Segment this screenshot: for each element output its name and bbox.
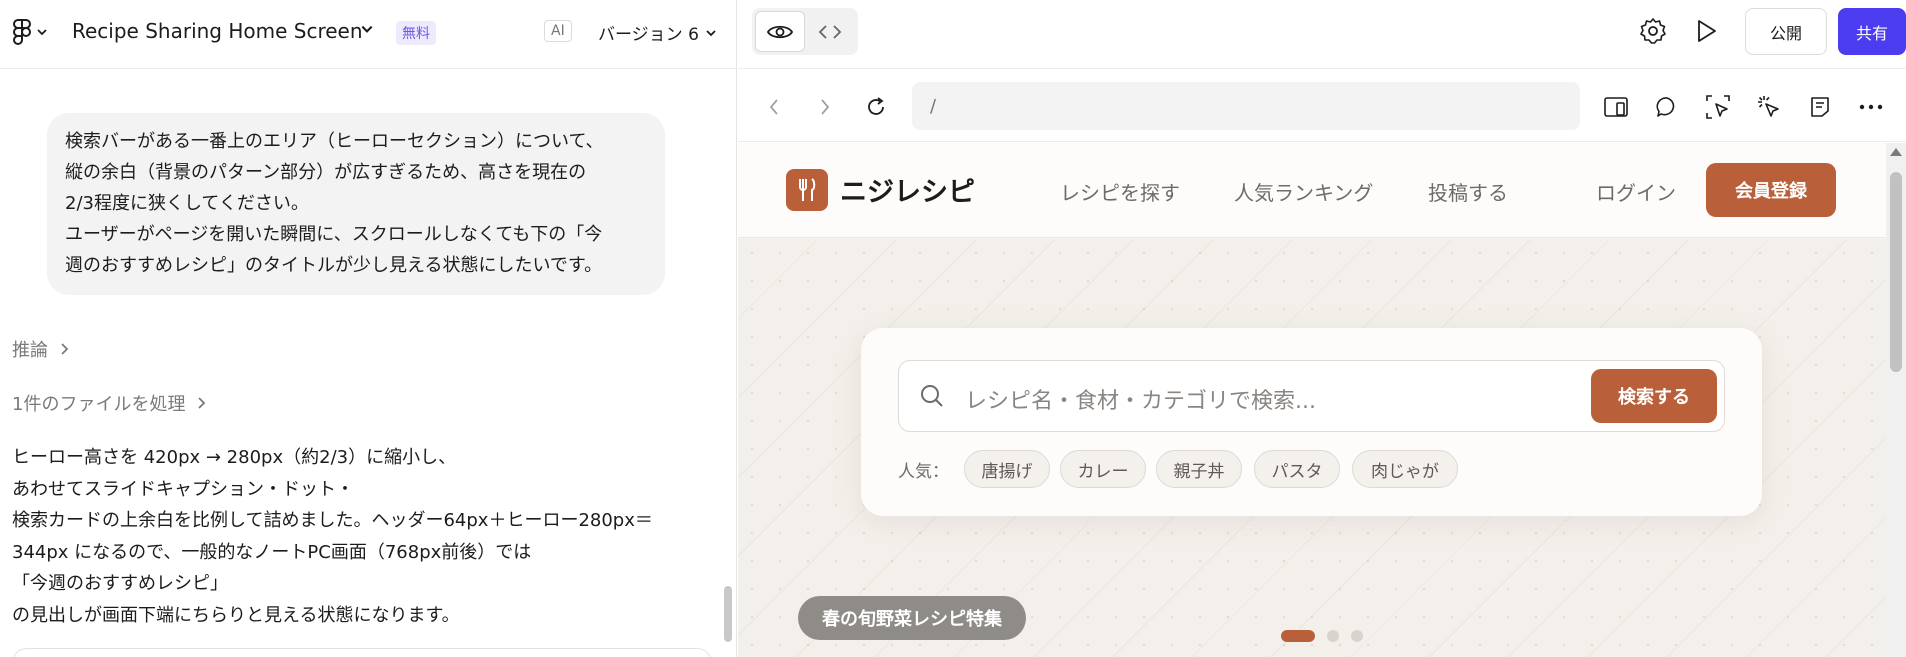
inspect-button[interactable] <box>1703 92 1733 122</box>
forward-button[interactable] <box>810 92 840 122</box>
notes-icon <box>1811 97 1829 117</box>
slide-dot[interactable] <box>1351 630 1363 642</box>
search-card: レシピ名・食材・カテゴリで検索... 検索する 人気： 唐揚げ カレー 親子丼 … <box>861 328 1762 516</box>
popular-tag[interactable]: パスタ <box>1254 450 1340 488</box>
slide-caption[interactable]: 春の旬野菜レシピ特集 <box>798 596 1026 640</box>
answer-line: 「今週のおすすめレシピ」 <box>12 573 228 594</box>
nav-post[interactable]: 投稿する <box>1428 177 1508 206</box>
chevron-down-icon <box>706 29 716 36</box>
site-name[interactable]: ニジレシピ <box>840 170 975 209</box>
answer-line: あわせてスライドキャプション・ドット・ <box>12 478 354 500</box>
url-text: / <box>930 95 937 117</box>
chevron-down-icon <box>37 29 47 36</box>
comment-icon <box>1656 97 1675 117</box>
slide-dot-active[interactable] <box>1281 630 1315 642</box>
browser-bar: / <box>738 70 1906 142</box>
gear-icon <box>1640 18 1666 44</box>
chevron-down-icon[interactable] <box>360 22 374 36</box>
play-icon <box>1698 20 1716 42</box>
files-processed-toggle[interactable]: 1件のファイルを処理 <box>12 390 207 416</box>
chevron-left-icon <box>769 99 778 115</box>
popular-tag[interactable]: 親子丼 <box>1156 450 1242 488</box>
notes-button[interactable] <box>1805 92 1835 122</box>
view-mode-toggle <box>752 8 858 55</box>
responsive-layout-icon <box>1604 97 1628 117</box>
reasoning-label: 推論 <box>12 340 48 361</box>
answer-line: ヒーロー高さを 420px → 280px（約2/3）に縮小し、 <box>12 447 457 468</box>
code-mode-button[interactable] <box>805 11 855 52</box>
scroll-up-arrow-icon[interactable] <box>1890 148 1902 156</box>
sparkle-cursor-icon <box>1758 96 1779 117</box>
fork-knife-icon <box>799 178 816 201</box>
magic-edit-button[interactable] <box>1754 92 1784 122</box>
reload-button[interactable] <box>861 92 891 122</box>
answer-line: 検索カードの上余白を比例して詰めました。ヘッダー64px＋ヒーロー280px＝ <box>12 510 653 531</box>
popular-tag[interactable]: カレー <box>1060 450 1146 488</box>
version-selector[interactable]: バージョン 6 <box>598 20 717 45</box>
popular-tag[interactable]: 唐揚げ <box>964 450 1050 488</box>
reload-icon <box>868 97 884 115</box>
login-link[interactable]: ログイン <box>1596 177 1676 206</box>
message-composer[interactable] <box>12 648 712 657</box>
preview-toolbar: 公開 共有 <box>738 0 1906 69</box>
chat-scrollbar[interactable] <box>724 586 732 642</box>
more-horizontal-icon <box>1859 104 1883 110</box>
preview-panel: 公開 共有 / ニジレシピ レシピを探す 人気ランキング 投稿する ログイン 会… <box>738 0 1906 657</box>
ai-badge: AI <box>544 20 572 42</box>
search-box: レシピ名・食材・カテゴリで検索... 検索する <box>898 360 1725 432</box>
figma-menu-button[interactable] <box>12 18 48 46</box>
site-logo[interactable] <box>786 169 828 211</box>
comment-button[interactable] <box>1652 92 1682 122</box>
answer-line: 344px になるので、一般的なノートPC画面（768px前後）では <box>12 541 532 563</box>
search-input[interactable]: レシピ名・食材・カテゴリで検索... <box>965 383 1316 415</box>
project-title[interactable]: Recipe Sharing Home Screen <box>72 19 363 43</box>
settings-button[interactable] <box>1636 14 1670 48</box>
answer-line: の見出しが画面下端にちらりと見える状態になります。 <box>12 604 460 626</box>
chevron-right-icon <box>198 397 206 409</box>
popular-tag[interactable]: 肉じゃが <box>1352 450 1458 488</box>
app-window: Recipe Sharing Home Screen 無料 AI バージョン 6… <box>0 0 1906 657</box>
user-message-text: 検索バーがある一番上のエリア（ヒーローセクション）について、 縦の余白（背景のパ… <box>65 131 604 276</box>
play-button[interactable] <box>1689 14 1723 48</box>
project-header: Recipe Sharing Home Screen 無料 AI バージョン 6 <box>0 0 736 69</box>
select-element-icon <box>1706 95 1730 119</box>
nav-ranking[interactable]: 人気ランキング <box>1234 177 1373 206</box>
search-icon <box>921 385 943 407</box>
site-header: ニジレシピ レシピを探す 人気ランキング 投稿する ログイン 会員登録 <box>738 143 1886 238</box>
version-label: バージョン 6 <box>598 25 699 45</box>
figma-logo-icon <box>13 19 31 45</box>
eye-icon <box>767 25 793 38</box>
search-button[interactable]: 検索する <box>1591 369 1717 423</box>
chevron-right-icon <box>61 343 69 355</box>
files-processed-label: 1件のファイルを処理 <box>12 394 186 415</box>
device-toggle-button[interactable] <box>1601 92 1631 122</box>
preview-mode-button[interactable] <box>755 11 805 52</box>
chevron-right-icon <box>821 99 830 115</box>
site-preview: ニジレシピ レシピを探す 人気ランキング 投稿する ログイン 会員登録 レシピ名… <box>738 143 1886 657</box>
code-icon <box>818 24 842 39</box>
chat-panel: Recipe Sharing Home Screen 無料 AI バージョン 6… <box>0 0 737 657</box>
register-button[interactable]: 会員登録 <box>1706 163 1836 217</box>
slide-dot[interactable] <box>1327 630 1339 642</box>
more-button[interactable] <box>1856 92 1886 122</box>
reasoning-toggle[interactable]: 推論 <box>12 336 70 362</box>
user-message-bubble: 検索バーがある一番上のエリア（ヒーローセクション）について、 縦の余白（背景のパ… <box>47 113 665 295</box>
popular-label: 人気： <box>898 462 949 482</box>
plan-badge: 無料 <box>396 21 436 45</box>
preview-scrollbar-thumb[interactable] <box>1890 172 1902 372</box>
share-button[interactable]: 共有 <box>1838 8 1906 55</box>
back-button[interactable] <box>759 92 789 122</box>
assistant-answer: ヒーロー高さを 420px → 280px（約2/3）に縮小し、 あわせてスライ… <box>12 442 722 631</box>
url-field[interactable]: / <box>912 82 1580 130</box>
publish-button[interactable]: 公開 <box>1745 8 1827 55</box>
nav-search-recipes[interactable]: レシピを探す <box>1060 177 1180 206</box>
